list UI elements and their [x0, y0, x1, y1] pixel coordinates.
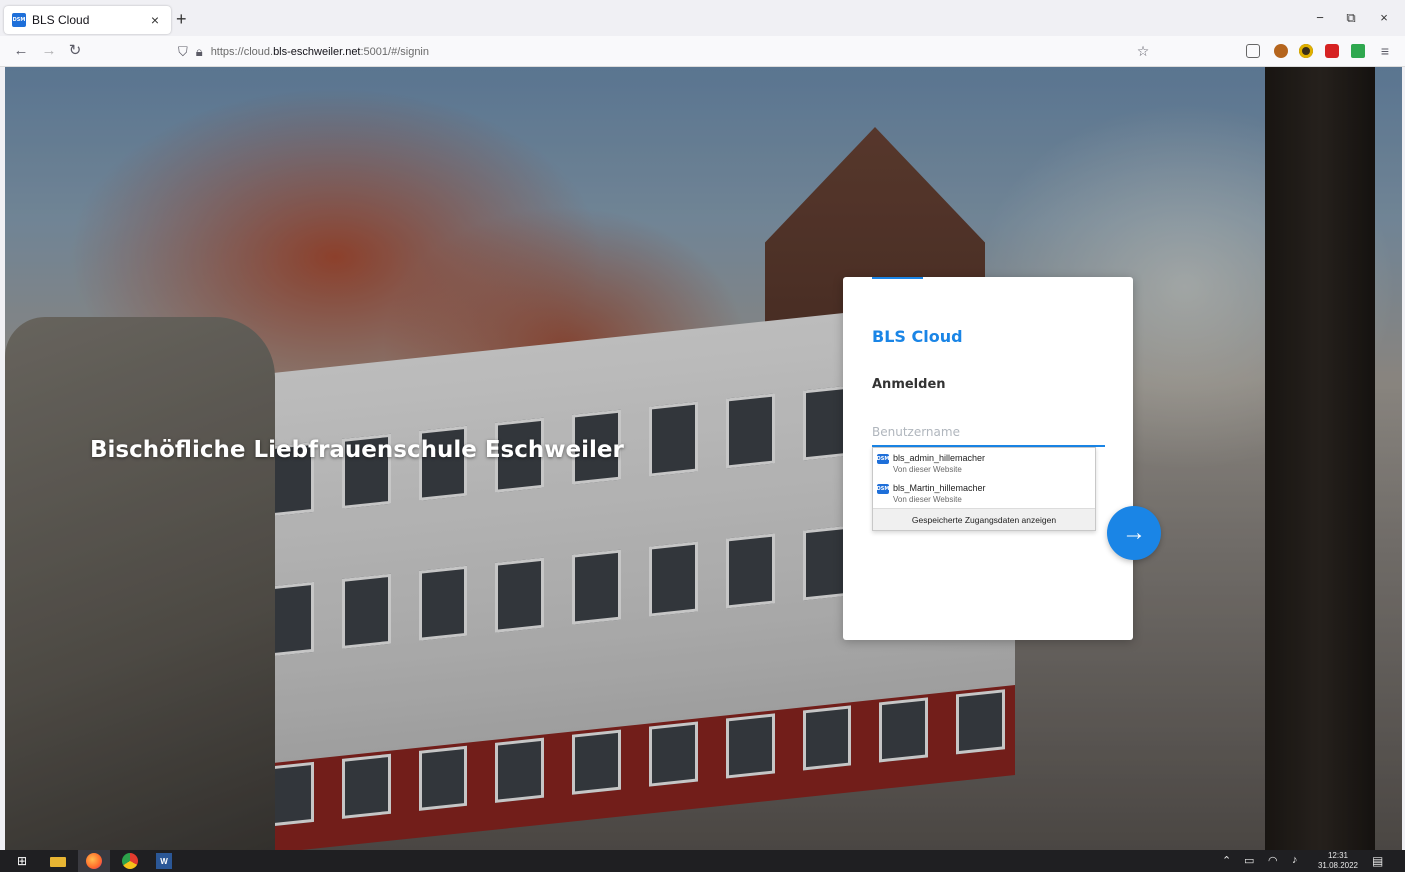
lock-icon[interactable]: 🔒︎: [196, 44, 203, 60]
saved-login-username: bls_Martin_hillemacher: [893, 483, 986, 493]
dsm-favicon-icon: DSM: [876, 484, 890, 494]
new-tab-button[interactable]: +: [176, 10, 187, 28]
url-prefix: https://cloud.: [210, 45, 274, 58]
saved-login-username: bls_admin_hillemacher: [893, 453, 986, 463]
school-title: Bischöfliche Liebfrauenschule Eschweiler: [90, 437, 624, 463]
username-input[interactable]: [872, 419, 1105, 447]
card-accent: [872, 277, 923, 279]
extension-icon[interactable]: [1274, 44, 1288, 58]
saved-logins-dropdown: DSM bls_admin_hillemacher Von dieser Web…: [872, 447, 1096, 531]
extension-icon[interactable]: [1351, 44, 1365, 58]
saved-login-item[interactable]: DSM bls_Martin_hillemacher Von dieser We…: [873, 478, 1095, 508]
saved-login-source: Von dieser Website: [893, 495, 962, 504]
bookmark-star-icon[interactable]: ☆: [1134, 42, 1152, 60]
minimize-icon[interactable]: −: [1310, 10, 1330, 25]
navigation-bar: ← → ↻ ⛉ 🔒︎ https://cloud. bls-eschweiler.…: [0, 36, 1405, 67]
tab-title: BLS Cloud: [32, 13, 90, 27]
forward-icon[interactable]: →: [40, 42, 58, 60]
next-arrow-button[interactable]: →: [1107, 506, 1161, 560]
close-window-icon[interactable]: ×: [1374, 10, 1394, 25]
word-icon[interactable]: W: [156, 853, 172, 869]
notification-icon[interactable]: ▤: [1372, 854, 1383, 868]
tab-strip: DSM BLS Cloud × + − ⧉ ×: [0, 0, 1405, 36]
firefox-icon: [86, 853, 102, 869]
shield-icon[interactable]: ⛉: [178, 44, 188, 60]
taskbar: ⊞ W ⌃ ▭ ◠ ♪ 12:31 31.08.2022 ▤: [0, 850, 1405, 872]
clock-date: 31.08.2022: [1317, 861, 1359, 870]
extension-icon[interactable]: [1299, 44, 1313, 58]
saved-login-item[interactable]: DSM bls_admin_hillemacher Von dieser Web…: [873, 448, 1095, 478]
ublock-icon[interactable]: [1325, 44, 1339, 58]
url-bar[interactable]: ⛉ 🔒︎ https://cloud. bls-eschweiler.net:50…: [168, 39, 1158, 64]
wifi-icon[interactable]: ◠: [1268, 854, 1278, 867]
login-card: BLS Cloud Anmelden DSM bls_admin_hillema…: [843, 277, 1133, 640]
tray-chevron-icon[interactable]: ⌃: [1222, 854, 1231, 867]
menu-icon[interactable]: ≡: [1376, 42, 1394, 60]
pocket-icon[interactable]: [1246, 44, 1260, 58]
system-clock[interactable]: 12:31 31.08.2022: [1316, 851, 1360, 871]
saved-login-source: Von dieser Website: [893, 465, 962, 474]
show-saved-logins-button[interactable]: Gespeicherte Zugangsdaten anzeigen: [873, 508, 1095, 530]
battery-icon[interactable]: ▭: [1244, 854, 1254, 867]
clock-time: 12:31: [1327, 851, 1349, 860]
windows-start-icon[interactable]: ⊞: [14, 853, 30, 869]
url-host: bls-eschweiler.net: [273, 45, 361, 58]
dsm-favicon-icon: DSM: [876, 454, 890, 464]
tab-bls-cloud[interactable]: DSM BLS Cloud ×: [4, 6, 171, 34]
firefox-taskbar-button[interactable]: [78, 850, 110, 872]
chrome-icon[interactable]: [122, 853, 138, 869]
url-suffix: :5001/#/signin: [360, 45, 430, 58]
page-background: Bischöfliche Liebfrauenschule Eschweiler…: [5, 67, 1402, 850]
tab-close-icon[interactable]: ×: [147, 12, 163, 28]
signin-title: Anmelden: [872, 377, 946, 392]
reload-icon[interactable]: ↻: [66, 42, 84, 60]
back-icon[interactable]: ←: [12, 42, 30, 60]
app-title: BLS Cloud: [872, 327, 963, 346]
file-explorer-icon[interactable]: [50, 857, 66, 867]
volume-icon[interactable]: ♪: [1292, 854, 1298, 866]
restore-icon[interactable]: ⧉: [1341, 10, 1361, 26]
dsm-favicon-icon: DSM: [12, 13, 26, 27]
